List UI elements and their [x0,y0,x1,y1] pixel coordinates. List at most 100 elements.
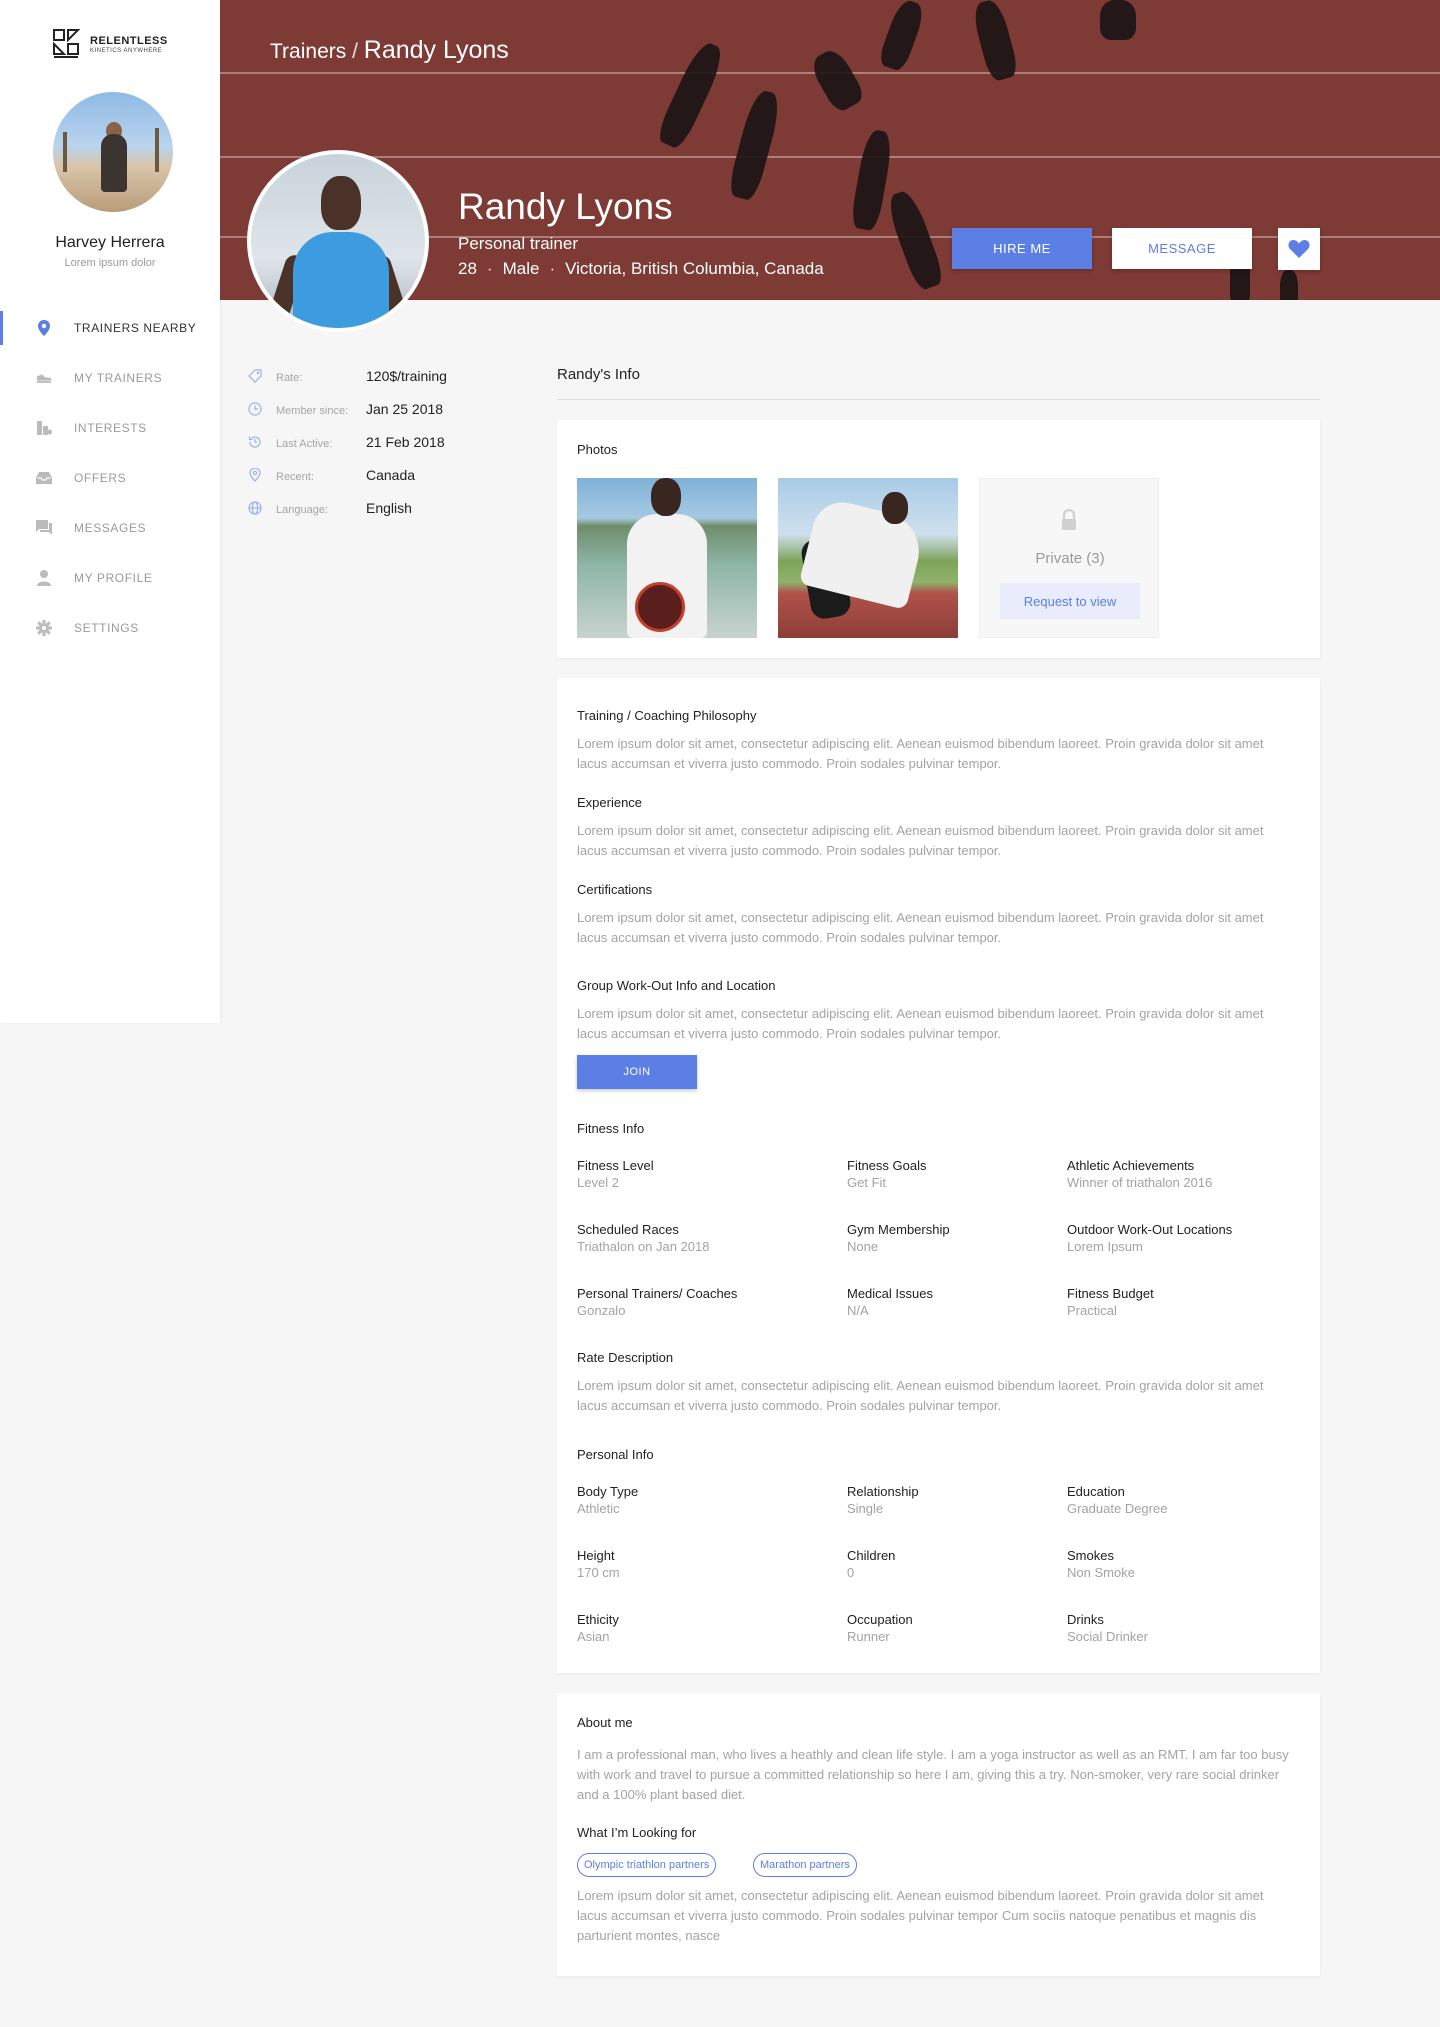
field-value: Single [847,1501,884,1516]
fitness-field: Fitness Level Level 2 [577,1157,787,1191]
sidebar-item-my-profile[interactable]: MY PROFILE [0,553,220,603]
trainer-name: Randy Lyons [458,186,673,227]
fitness-field: Scheduled Races Triathalon on Jan 2018 [577,1221,787,1255]
detail-value: Jan 25 2018 [366,401,444,417]
interest-chip[interactable]: Olympic triathlon partners [577,1853,717,1877]
field-value: Get Fit [847,1175,887,1190]
detail-recent: Recent: Canada [248,466,508,499]
sidebar-item-settings[interactable]: SETTINGS [0,603,220,653]
detail-member-since: Member since: Jan 25 2018 [248,400,508,433]
photo-thumbnail[interactable] [778,478,958,638]
field-label: Gym Membership [847,1222,950,1237]
sidebar-item-interests[interactable]: INTERESTS [0,403,220,453]
breadcrumb-separator: / [352,40,358,63]
field-label: Outdoor Work-Out Locations [1067,1222,1233,1237]
group-workout-title: Group Work-Out Info and Location [577,978,776,993]
experience-text: Lorem ipsum dolor sit amet, consectetur … [577,823,1264,858]
field-value: Asian [577,1629,610,1644]
hire-me-button[interactable]: HIRE ME [952,228,1092,269]
field-value: Practical [1067,1303,1117,1318]
sidebar: RELENTLESS KINETICS ANYWHERE Harvey Herr… [0,0,220,1023]
fitness-field: Fitness Goals Get Fit [847,1157,1057,1191]
personal-field: Height 170 cm [577,1547,787,1581]
detail-label: Rate: [276,372,303,384]
request-to-view-button[interactable]: Request to view [1000,583,1140,619]
personal-field: Ethicity Asian [577,1611,787,1645]
private-photos: Private (3) Request to view [979,478,1159,638]
sidebar-nav: TRAINERS NEARBY MY TRAINERS INTERESTS OF… [0,303,220,653]
field-label: Medical Issues [847,1286,933,1301]
location-pin-icon [36,320,52,336]
sidebar-item-label: TRAINERS NEARBY [74,321,197,335]
sidebar-item-offers[interactable]: OFFERS [0,453,220,503]
lock-icon [1062,509,1076,530]
field-label: Relationship [847,1484,919,1499]
fitness-field: Gym Membership None [847,1221,1057,1255]
certifications-text: Lorem ipsum dolor sit amet, consectetur … [577,910,1264,945]
field-value: Athletic [577,1501,620,1516]
detail-label: Last Active: [276,438,333,450]
sidebar-item-label: OFFERS [74,471,127,485]
join-button[interactable]: JOIN [577,1055,697,1089]
detail-value: 21 Feb 2018 [366,434,445,450]
user-name: Harvey Herrera [55,234,165,251]
private-photos-label: Private (3) [1035,550,1105,567]
fitness-field: Fitness Budget Practical [1067,1285,1277,1319]
field-label: Children [847,1548,896,1563]
breadcrumb-current: Randy Lyons [363,36,509,64]
trainer-location: Victoria, British Columbia, Canada [565,259,824,278]
field-label: Ethicity [577,1612,619,1627]
fitness-field: Personal Trainers/ Coaches Gonzalo [577,1285,787,1319]
photos-title: Photos [577,442,618,457]
detail-value: 120$/training [366,368,447,384]
sidebar-item-trainers-nearby[interactable]: TRAINERS NEARBY [0,303,220,353]
personal-field: Relationship Single [847,1483,1057,1517]
field-label: Drinks [1067,1612,1104,1627]
field-value: None [847,1239,879,1254]
field-value: N/A [847,1303,869,1318]
sidebar-item-my-trainers[interactable]: MY TRAINERS [0,353,220,403]
field-label: Fitness Goals [847,1158,927,1173]
field-label: Body Type [577,1484,639,1499]
sidebar-item-label: MESSAGES [74,521,147,535]
heart-icon [1288,240,1310,258]
fitness-field: Outdoor Work-Out Locations Lorem Ipsum [1067,1221,1277,1255]
breadcrumb-parent-link[interactable]: Trainers [270,40,346,63]
field-label: Personal Trainers/ Coaches [577,1286,738,1301]
personal-field: Children 0 [847,1547,1057,1581]
sidebar-item-messages[interactable]: MESSAGES [0,503,220,553]
field-value: Lorem Ipsum [1067,1239,1143,1254]
field-label: Scheduled Races [577,1222,679,1237]
about-card: About me I am a professional man, who li… [557,1693,1320,1976]
field-value: Non Smoke [1067,1565,1135,1580]
favorite-button[interactable] [1278,228,1320,270]
philosophy-text: Lorem ipsum dolor sit amet, consectetur … [577,736,1264,771]
info-heading: Randy's Info [557,366,640,383]
sidebar-item-label: MY PROFILE [74,571,153,585]
trainer-gender: Male [502,259,540,278]
personal-info-title: Personal Info [577,1447,654,1462]
brand-text: RELENTLESS KINETICS ANYWHERE [90,35,168,54]
field-label: Education [1067,1484,1125,1499]
field-label: Fitness Budget [1067,1286,1154,1301]
fitness-info-title: Fitness Info [577,1121,645,1136]
history-icon [248,436,261,448]
photo-thumbnail[interactable] [577,478,757,638]
personal-field: Body Type Athletic [577,1483,787,1517]
field-value: 0 [847,1565,855,1580]
personal-field: Drinks Social Drinker [1067,1611,1277,1645]
trainer-title: Personal trainer [458,234,579,253]
person-icon [36,570,52,586]
personal-field: Education Graduate Degree [1067,1483,1277,1517]
brand-logo[interactable]: RELENTLESS KINETICS ANYWHERE [52,28,168,60]
field-label: Height [577,1548,615,1563]
field-value: 170 cm [577,1565,620,1580]
sneaker-icon [36,370,52,386]
interest-chip[interactable]: Marathon partners [753,1853,857,1877]
message-button[interactable]: MESSAGE [1112,228,1252,269]
meta-separator: · [549,259,556,278]
meta-separator: · [486,259,493,278]
chat-icon [36,520,52,536]
user-avatar[interactable] [53,92,173,212]
looking-for-text: Lorem ipsum dolor sit amet, consectetur … [577,1888,1264,1943]
